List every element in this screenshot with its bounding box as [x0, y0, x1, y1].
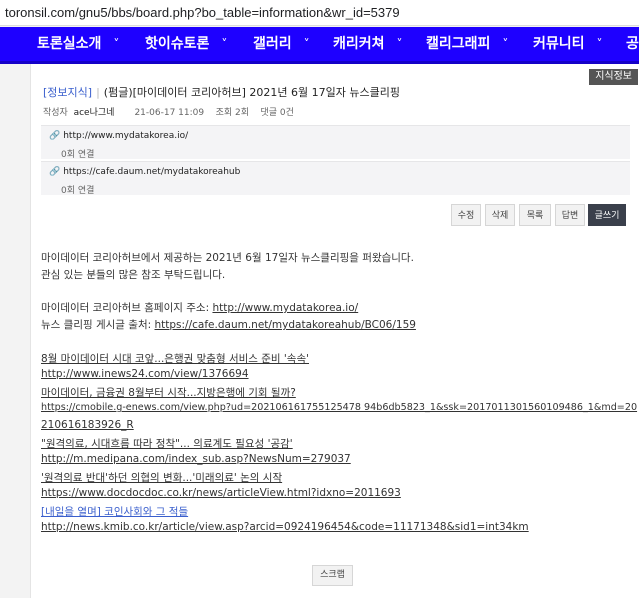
title-separator: |: [96, 86, 100, 99]
news-title-link[interactable]: 8월 마이데이터 시대 코앞...은행권 맞춤형 서비스 준비 '속속': [41, 351, 309, 366]
nav-item-label: 토론실소개: [37, 36, 102, 52]
homepage-line: 마이데이터 코리아허브 홈페이지 주소: http://www.mydatako…: [41, 300, 358, 315]
nav-item-toron-intro[interactable]: 토론실소개 ˅: [37, 27, 119, 61]
category-badge: 지식정보: [589, 69, 638, 85]
intro-line-2: 관심 있는 분들의 많은 참조 부탁드립니다.: [41, 269, 226, 281]
chevron-down-icon: ˅: [396, 37, 403, 51]
nav-item-label: 커뮤니티: [533, 36, 585, 52]
address-bar[interactable]: toronsil.com/gnu5/bbs/board.php?bo_table…: [0, 0, 639, 26]
nav-item-label: 핫이슈토론: [145, 36, 210, 52]
chevron-down-icon: ˅: [303, 37, 310, 51]
news-url-link[interactable]: https://www.docdocdoc.co.kr/news/article…: [41, 487, 401, 499]
nav-item-gallery[interactable]: 갤러리 ˅: [253, 27, 310, 61]
news-url-link[interactable]: https://cmobile.g-enews.com/view.php?ud=…: [41, 402, 637, 413]
view-count: 조회 2회: [215, 108, 249, 118]
nav-item-label: 공: [626, 36, 639, 52]
comment-count: 댓글 0건: [260, 108, 294, 118]
news-url-link[interactable]: http://m.medipana.com/index_sub.asp?News…: [41, 453, 351, 465]
nav-item-partial[interactable]: 공: [626, 27, 639, 61]
nav-item-calligraphy[interactable]: 캘리그래피 ˅: [426, 27, 508, 61]
post-category[interactable]: [정보지식]: [43, 86, 92, 99]
post-info: 작성자 ace나그네 21-06-17 11:09 조회 2회 댓글 0건: [43, 105, 294, 118]
reply-button[interactable]: 답변: [555, 204, 585, 226]
nav-item-label: 캐리커쳐: [333, 36, 385, 52]
news-title-link[interactable]: 마이데이터, 금융권 8월부터 시작...지방은행에 기회 될까?: [41, 385, 296, 400]
chevron-down-icon: ˅: [596, 37, 603, 51]
write-button[interactable]: 글쓰기: [588, 204, 626, 226]
post-title-text: (펌글)[마이데이터 코리아허브] 2021년 6월 17일자 뉴스클리핑: [103, 86, 400, 99]
attached-link[interactable]: 🔗 https://cafe.daum.net/mydatakoreahub: [49, 167, 240, 177]
link-box-1: 🔗 http://www.mydatakorea.io/ 0회 연결: [41, 125, 630, 160]
link-click-count: 0회 연결: [61, 186, 95, 196]
main-nav: 토론실소개 ˅ 핫이슈토론 ˅ 갤러리 ˅ 캐리커쳐 ˅ 캘리그래피 ˅ 커뮤니티 ˅ 공: [0, 27, 639, 64]
chevron-down-icon: ˅: [113, 37, 120, 51]
news-title-link[interactable]: '원격의료 반대'하던 의협의 변화...'미래의료' 논의 시작: [41, 470, 282, 485]
attached-link[interactable]: 🔗 http://www.mydatakorea.io/: [49, 131, 188, 141]
homepage-link[interactable]: http://www.mydatakorea.io/: [212, 302, 358, 314]
post-view: 지식정보 [정보지식] | (펌글)[마이데이터 코리아허브] 2021년 6월 1…: [30, 64, 639, 598]
list-button[interactable]: 목록: [519, 204, 551, 226]
link-icon: 🔗: [49, 167, 61, 177]
source-label: 뉴스 클리핑 게시글 출처:: [41, 319, 155, 331]
link-icon: 🔗: [49, 131, 61, 141]
intro-line-1: 마이데이터 코리아허브에서 제공하는 2021년 6월 17일자 뉴스클리핑을 …: [41, 252, 414, 264]
source-line: 뉴스 클리핑 게시글 출처: https://cafe.daum.net/myd…: [41, 317, 416, 332]
nav-item-label: 갤러리: [253, 36, 292, 52]
scrap-button[interactable]: 스크랩: [312, 565, 353, 586]
news-url-link[interactable]: http://news.kmib.co.kr/article/view.asp?…: [41, 521, 529, 533]
chevron-down-icon: ˅: [502, 37, 509, 51]
link-box-2: 🔗 https://cafe.daum.net/mydatakoreahub 0회…: [41, 161, 630, 196]
link-url: https://cafe.daum.net/mydatakoreahub: [63, 167, 241, 177]
edit-button[interactable]: 수정: [451, 204, 481, 226]
author-name[interactable]: ace나그네: [74, 108, 115, 118]
author-label: 작성자: [43, 108, 68, 118]
news-url-link-continued[interactable]: 210616183926_R: [41, 419, 134, 431]
news-title-link[interactable]: "원격의료, 시대흐름 따라 정착"... 의료계도 필요성 '공감': [41, 436, 293, 451]
nav-item-hot-issue[interactable]: 핫이슈토론 ˅: [145, 27, 227, 61]
link-click-count: 0회 연결: [61, 150, 95, 160]
chevron-down-icon: ˅: [221, 37, 228, 51]
news-title-link[interactable]: [내일을 열며] 코인사회와 그 적들: [41, 504, 188, 519]
news-url-link[interactable]: http://www.inews24.com/view/1376694: [41, 368, 249, 380]
post-title: [정보지식] | (펌글)[마이데이터 코리아허브] 2021년 6월 17일자 뉴…: [43, 84, 400, 100]
post-date: 21-06-17 11:09: [134, 108, 205, 118]
source-link[interactable]: https://cafe.daum.net/mydatakoreahub/BC0…: [155, 319, 416, 331]
delete-button[interactable]: 삭제: [485, 204, 515, 226]
address-bar-url: toronsil.com/gnu5/bbs/board.php?bo_table…: [5, 5, 400, 20]
nav-item-caricature[interactable]: 캐리커쳐 ˅: [333, 27, 403, 61]
nav-item-label: 캘리그래피: [426, 36, 491, 52]
homepage-label: 마이데이터 코리아허브 홈페이지 주소:: [41, 302, 213, 314]
nav-item-community[interactable]: 커뮤니티 ˅: [533, 27, 603, 61]
link-url: http://www.mydatakorea.io/: [63, 131, 189, 141]
